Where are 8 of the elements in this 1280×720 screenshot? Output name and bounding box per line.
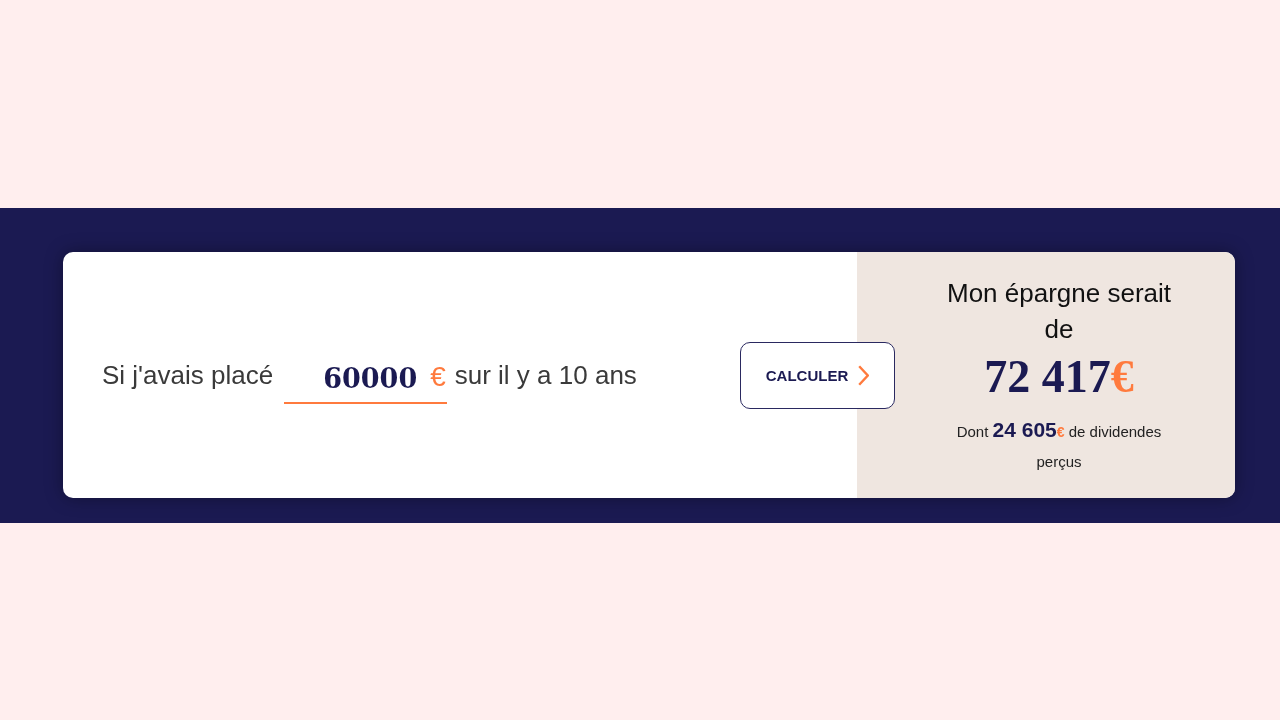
dividends-text: Dont 24 605€ de dividendes perçus bbox=[955, 416, 1163, 472]
calculate-button[interactable]: CALCULER bbox=[740, 341, 895, 409]
prefix-text: Si j'avais placé bbox=[102, 359, 274, 391]
total-amount: 72 417€ bbox=[984, 349, 1134, 404]
suffix-text: sur il y a 10 ans bbox=[454, 359, 637, 391]
result-title: Mon épargne serait de bbox=[946, 276, 1172, 346]
chevron-right-icon bbox=[858, 364, 870, 386]
amount-input[interactable]: 60000 bbox=[284, 360, 418, 404]
